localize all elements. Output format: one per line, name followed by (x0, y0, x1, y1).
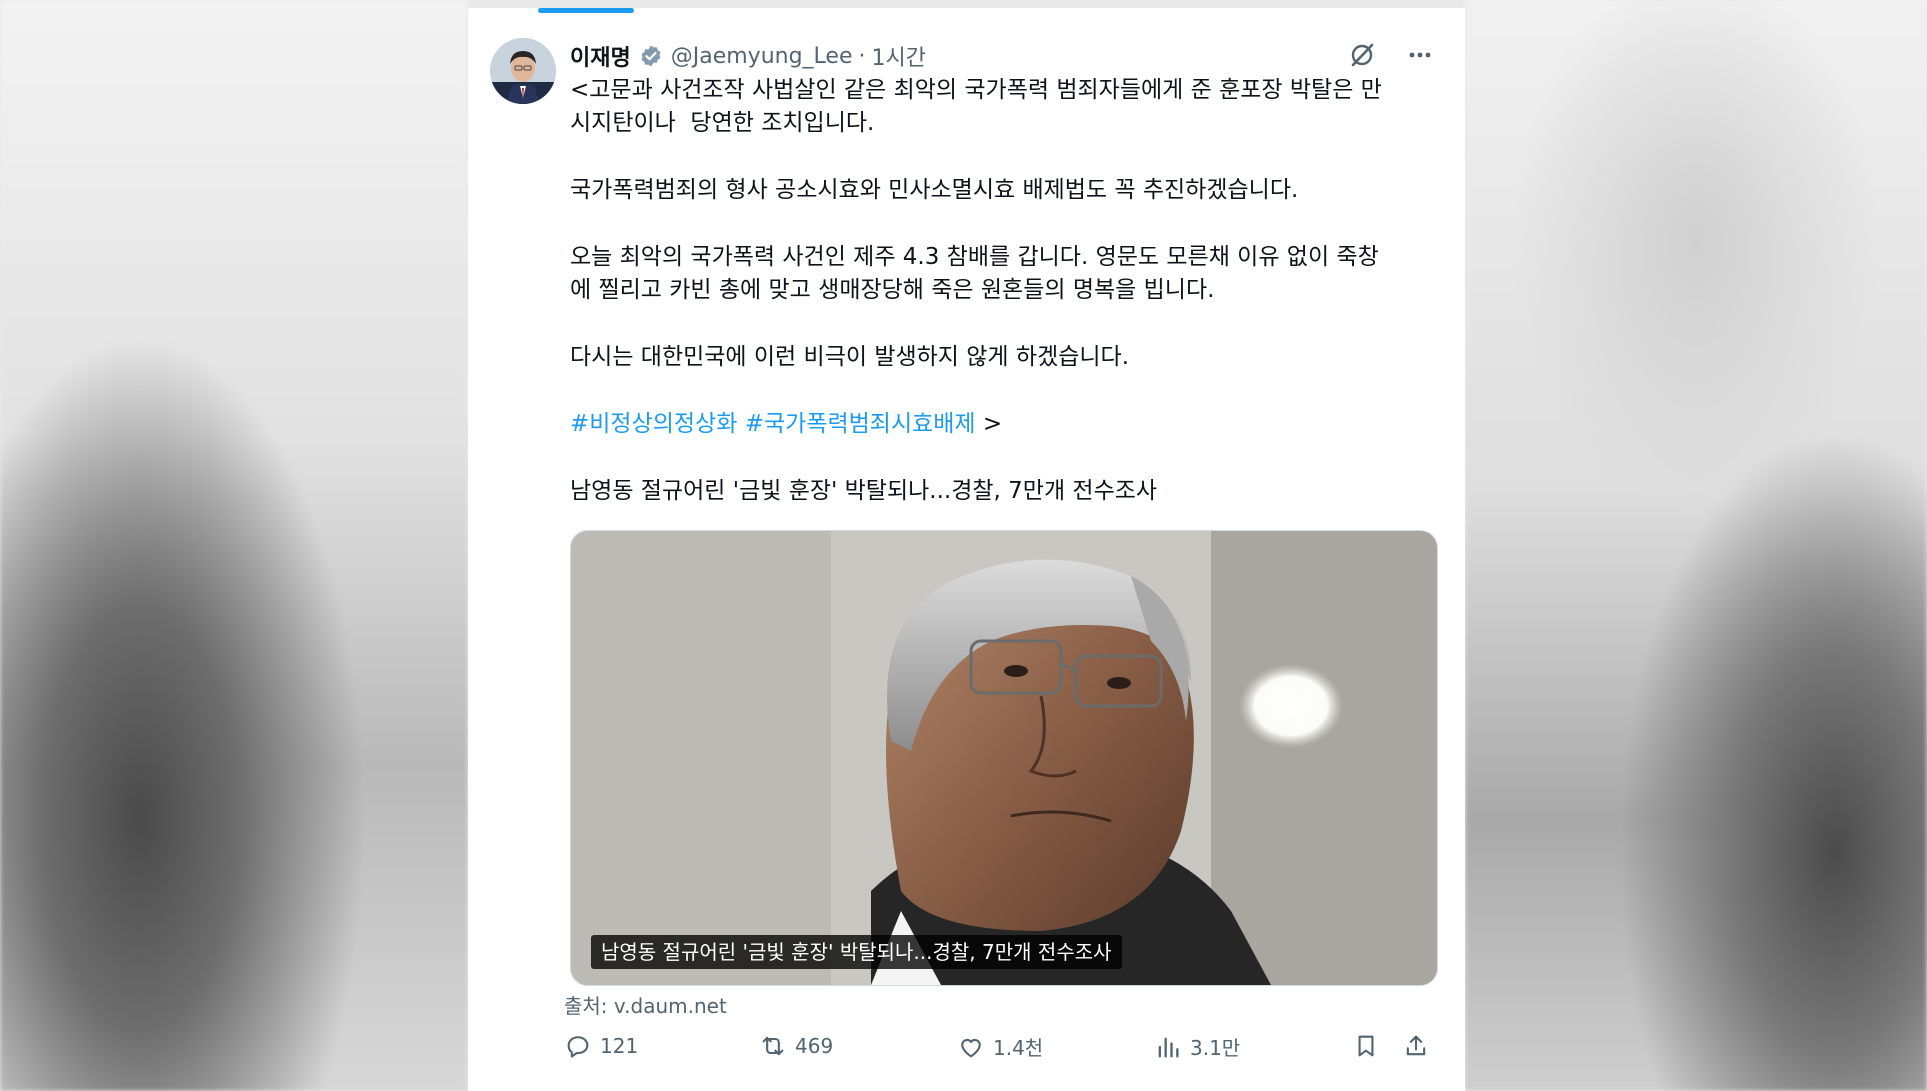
share-button[interactable] (1402, 1032, 1430, 1060)
tweet-paragraph: 다시는 대한민국에 이런 비극이 발생하지 않게 하겠습니다. (570, 344, 1130, 370)
media-caption: 남영동 절규어린 '금빛 훈장' 박탈되나...경찰, 7만개 전수조사 (591, 935, 1122, 969)
tweet-top-actions (1345, 38, 1437, 72)
link-source[interactable]: 출처: v.daum.net (564, 990, 727, 1019)
blurred-background-right (1465, 0, 1927, 1091)
reply-button[interactable]: 121 (564, 1032, 638, 1060)
repost-count: 469 (795, 1034, 834, 1058)
views-button[interactable]: 3.1만 (1154, 1032, 1240, 1061)
bookmark-icon (1358, 1035, 1374, 1057)
tweet-actions: 121 469 1.4천 3.1만 (564, 1032, 1444, 1072)
avatar[interactable] (490, 38, 556, 104)
verified-badge-icon (639, 44, 663, 68)
more-icon[interactable] (1403, 38, 1437, 72)
tweet-card[interactable]: 이재명 @Jaemyung_Lee · 1시간 <고문과 사건조작 사법살인 같… (468, 8, 1465, 1091)
blurred-background-left (0, 0, 468, 1091)
heart-icon (961, 1038, 981, 1057)
news-photo (571, 531, 1437, 985)
link-title: 남영동 절규어린 '금빛 훈장' 박탈되나...경찰, 7만개 전수조사 (570, 478, 1158, 504)
post-time[interactable]: 1시간 (871, 40, 925, 72)
like-button[interactable]: 1.4천 (957, 1032, 1043, 1061)
reply-count: 121 (600, 1034, 639, 1058)
hashtag-line: #비정상의정상화 #국가폭력범죄시효배제 > (570, 408, 1440, 441)
views-count: 3.1만 (1190, 1036, 1241, 1060)
meta-separator: · (858, 43, 866, 69)
share-icon (1406, 1035, 1426, 1056)
profile-photo (490, 38, 556, 104)
author-display-name[interactable]: 이재명 (570, 40, 631, 72)
repost-icon (762, 1036, 784, 1056)
bookmark-button[interactable] (1352, 1032, 1380, 1060)
hashtag-link[interactable]: #비정상의정상화 (570, 411, 737, 437)
author-row: 이재명 @Jaemyung_Lee · 1시간 (570, 38, 926, 74)
tweet-paragraph: <고문과 사건조작 사법살인 같은 최악의 국가폭력 범죄자들에게 준 훈포장 … (570, 77, 1382, 136)
grok-icon[interactable] (1345, 38, 1379, 72)
hashtag-suffix: > (975, 411, 1003, 437)
tweet-text: <고문과 사건조작 사법살인 같은 최악의 국가폭력 범죄자들에게 준 훈포장 … (570, 74, 1440, 508)
author-handle[interactable]: @Jaemyung_Lee (671, 44, 853, 69)
reply-icon (567, 1036, 589, 1058)
like-count: 1.4천 (993, 1036, 1044, 1060)
tweet-paragraph: 국가폭력범죄의 형사 공소시효와 민사소멸시효 배제법도 꼭 추진하겠습니다. (570, 177, 1299, 203)
hashtag-link[interactable]: #국가폭력범죄시효배제 (745, 411, 976, 437)
tweet-paragraph: 오늘 최악의 국가폭력 사건인 제주 4.3 참배를 갑니다. 영문도 모른채 … (570, 244, 1379, 303)
tab-indicator (538, 8, 634, 13)
repost-button[interactable]: 469 (759, 1032, 833, 1060)
views-icon (1158, 1037, 1179, 1057)
link-card-image[interactable]: 남영동 절규어린 '금빛 훈장' 박탈되나...경찰, 7만개 전수조사 (570, 530, 1438, 986)
